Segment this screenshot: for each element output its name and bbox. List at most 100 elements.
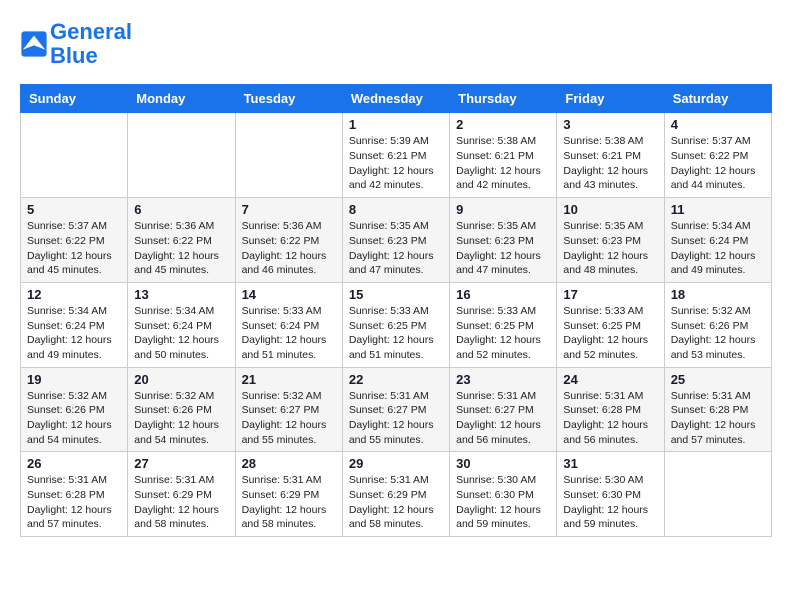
day-number: 31 [563, 456, 657, 471]
day-number: 10 [563, 202, 657, 217]
day-info: Sunrise: 5:33 AMSunset: 6:24 PMDaylight:… [242, 304, 336, 363]
column-header-saturday: Saturday [664, 85, 771, 113]
column-header-thursday: Thursday [450, 85, 557, 113]
calendar-week-row: 19 Sunrise: 5:32 AMSunset: 6:26 PMDayligh… [21, 367, 772, 452]
day-number: 19 [27, 372, 121, 387]
day-info: Sunrise: 5:31 AMSunset: 6:27 PMDaylight:… [456, 389, 550, 448]
calendar-cell: 18 Sunrise: 5:32 AMSunset: 6:26 PMDayligh… [664, 282, 771, 367]
calendar-cell: 21 Sunrise: 5:32 AMSunset: 6:27 PMDayligh… [235, 367, 342, 452]
day-info: Sunrise: 5:31 AMSunset: 6:28 PMDaylight:… [27, 473, 121, 532]
day-info: Sunrise: 5:33 AMSunset: 6:25 PMDaylight:… [563, 304, 657, 363]
day-number: 17 [563, 287, 657, 302]
calendar-cell: 26 Sunrise: 5:31 AMSunset: 6:28 PMDayligh… [21, 452, 128, 537]
calendar-cell: 31Sunrise: 5:30 AMSunset: 6:30 PMDayligh… [557, 452, 664, 537]
logo-text: GeneralBlue [50, 20, 132, 68]
day-info: Sunrise: 5:34 AMSunset: 6:24 PMDaylight:… [27, 304, 121, 363]
day-info: Sunrise: 5:32 AMSunset: 6:26 PMDaylight:… [27, 389, 121, 448]
column-header-sunday: Sunday [21, 85, 128, 113]
calendar-week-row: 26 Sunrise: 5:31 AMSunset: 6:28 PMDayligh… [21, 452, 772, 537]
day-number: 22 [349, 372, 443, 387]
day-info: Sunrise: 5:30 AMSunset: 6:30 PMDaylight:… [456, 473, 550, 532]
day-number: 25 [671, 372, 765, 387]
day-number: 5 [27, 202, 121, 217]
calendar-cell: 16Sunrise: 5:33 AMSunset: 6:25 PMDayligh… [450, 282, 557, 367]
day-number: 28 [242, 456, 336, 471]
calendar-cell: 12 Sunrise: 5:34 AMSunset: 6:24 PMDayligh… [21, 282, 128, 367]
column-header-monday: Monday [128, 85, 235, 113]
calendar: SundayMondayTuesdayWednesdayThursdayFrid… [20, 84, 772, 537]
day-info: Sunrise: 5:37 AMSunset: 6:22 PMDaylight:… [671, 134, 765, 193]
calendar-cell: 23 Sunrise: 5:31 AMSunset: 6:27 PMDayligh… [450, 367, 557, 452]
day-info: Sunrise: 5:36 AMSunset: 6:22 PMDaylight:… [134, 219, 228, 278]
day-info: Sunrise: 5:31 AMSunset: 6:28 PMDaylight:… [563, 389, 657, 448]
day-info: Sunrise: 5:34 AMSunset: 6:24 PMDaylight:… [671, 219, 765, 278]
calendar-cell: 9 Sunrise: 5:35 AMSunset: 6:23 PMDaylight… [450, 198, 557, 283]
day-number: 11 [671, 202, 765, 217]
logo-icon [20, 30, 48, 58]
day-info: Sunrise: 5:31 AMSunset: 6:27 PMDaylight:… [349, 389, 443, 448]
day-info: Sunrise: 5:35 AMSunset: 6:23 PMDaylight:… [456, 219, 550, 278]
day-number: 13 [134, 287, 228, 302]
calendar-cell [128, 113, 235, 198]
day-info: Sunrise: 5:31 AMSunset: 6:29 PMDaylight:… [349, 473, 443, 532]
calendar-cell: 30 Sunrise: 5:30 AMSunset: 6:30 PMDayligh… [450, 452, 557, 537]
day-number: 12 [27, 287, 121, 302]
day-number: 9 [456, 202, 550, 217]
day-number: 15 [349, 287, 443, 302]
day-info: Sunrise: 5:32 AMSunset: 6:26 PMDaylight:… [134, 389, 228, 448]
calendar-cell: 1 Sunrise: 5:39 AMSunset: 6:21 PMDaylight… [342, 113, 449, 198]
calendar-cell: 19 Sunrise: 5:32 AMSunset: 6:26 PMDayligh… [21, 367, 128, 452]
day-info: Sunrise: 5:34 AMSunset: 6:24 PMDaylight:… [134, 304, 228, 363]
day-info: Sunrise: 5:38 AMSunset: 6:21 PMDaylight:… [563, 134, 657, 193]
calendar-cell: 13 Sunrise: 5:34 AMSunset: 6:24 PMDayligh… [128, 282, 235, 367]
calendar-cell [664, 452, 771, 537]
day-info: Sunrise: 5:31 AMSunset: 6:28 PMDaylight:… [671, 389, 765, 448]
logo: GeneralBlue [20, 20, 132, 68]
calendar-cell: 20 Sunrise: 5:32 AMSunset: 6:26 PMDayligh… [128, 367, 235, 452]
column-header-friday: Friday [557, 85, 664, 113]
calendar-cell: 17 Sunrise: 5:33 AMSunset: 6:25 PMDayligh… [557, 282, 664, 367]
day-info: Sunrise: 5:31 AMSunset: 6:29 PMDaylight:… [134, 473, 228, 532]
calendar-cell [235, 113, 342, 198]
day-number: 20 [134, 372, 228, 387]
day-info: Sunrise: 5:35 AMSunset: 6:23 PMDaylight:… [563, 219, 657, 278]
day-info: Sunrise: 5:33 AMSunset: 6:25 PMDaylight:… [456, 304, 550, 363]
calendar-cell: 24 Sunrise: 5:31 AMSunset: 6:28 PMDayligh… [557, 367, 664, 452]
day-number: 3 [563, 117, 657, 132]
calendar-cell: 7 Sunrise: 5:36 AMSunset: 6:22 PMDaylight… [235, 198, 342, 283]
column-header-wednesday: Wednesday [342, 85, 449, 113]
day-number: 30 [456, 456, 550, 471]
day-info: Sunrise: 5:32 AMSunset: 6:27 PMDaylight:… [242, 389, 336, 448]
calendar-cell: 28Sunrise: 5:31 AMSunset: 6:29 PMDayligh… [235, 452, 342, 537]
day-number: 23 [456, 372, 550, 387]
day-info: Sunrise: 5:35 AMSunset: 6:23 PMDaylight:… [349, 219, 443, 278]
day-info: Sunrise: 5:32 AMSunset: 6:26 PMDaylight:… [671, 304, 765, 363]
day-number: 26 [27, 456, 121, 471]
day-number: 7 [242, 202, 336, 217]
column-header-tuesday: Tuesday [235, 85, 342, 113]
day-number: 6 [134, 202, 228, 217]
day-number: 18 [671, 287, 765, 302]
day-number: 24 [563, 372, 657, 387]
day-info: Sunrise: 5:33 AMSunset: 6:25 PMDaylight:… [349, 304, 443, 363]
day-number: 1 [349, 117, 443, 132]
calendar-cell: 5Sunrise: 5:37 AMSunset: 6:22 PMDaylight… [21, 198, 128, 283]
calendar-cell: 22 Sunrise: 5:31 AMSunset: 6:27 PMDayligh… [342, 367, 449, 452]
day-number: 21 [242, 372, 336, 387]
day-info: Sunrise: 5:39 AMSunset: 6:21 PMDaylight:… [349, 134, 443, 193]
calendar-cell: 2Sunrise: 5:38 AMSunset: 6:21 PMDaylight… [450, 113, 557, 198]
page-header: GeneralBlue [20, 20, 772, 68]
day-number: 4 [671, 117, 765, 132]
calendar-week-row: 1 Sunrise: 5:39 AMSunset: 6:21 PMDaylight… [21, 113, 772, 198]
calendar-week-row: 12 Sunrise: 5:34 AMSunset: 6:24 PMDayligh… [21, 282, 772, 367]
calendar-cell: 10 Sunrise: 5:35 AMSunset: 6:23 PMDayligh… [557, 198, 664, 283]
day-number: 14 [242, 287, 336, 302]
calendar-cell: 4 Sunrise: 5:37 AMSunset: 6:22 PMDaylight… [664, 113, 771, 198]
calendar-cell: 25 Sunrise: 5:31 AMSunset: 6:28 PMDayligh… [664, 367, 771, 452]
calendar-cell [21, 113, 128, 198]
calendar-cell: 8Sunrise: 5:35 AMSunset: 6:23 PMDaylight… [342, 198, 449, 283]
day-number: 2 [456, 117, 550, 132]
calendar-header-row: SundayMondayTuesdayWednesdayThursdayFrid… [21, 85, 772, 113]
calendar-cell: 27Sunrise: 5:31 AMSunset: 6:29 PMDayligh… [128, 452, 235, 537]
day-info: Sunrise: 5:36 AMSunset: 6:22 PMDaylight:… [242, 219, 336, 278]
